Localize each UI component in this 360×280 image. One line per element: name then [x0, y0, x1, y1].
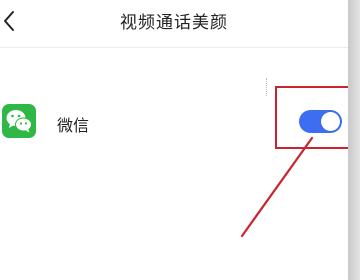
chevron-left-icon [4, 11, 14, 31]
header-divider [0, 47, 348, 48]
header-bar: 视频通话美颜 [0, 0, 348, 44]
screen-edge [348, 0, 360, 280]
annotation-highlight-box [275, 86, 348, 149]
scroll-indicator [266, 78, 269, 96]
back-button[interactable] [0, 2, 28, 38]
wechat-icon [2, 104, 36, 138]
page-title: 视频通话美颜 [120, 13, 228, 33]
phone-screen: 视频通话美颜 微信 [0, 0, 348, 280]
app-name-label: 微信 [57, 116, 90, 135]
